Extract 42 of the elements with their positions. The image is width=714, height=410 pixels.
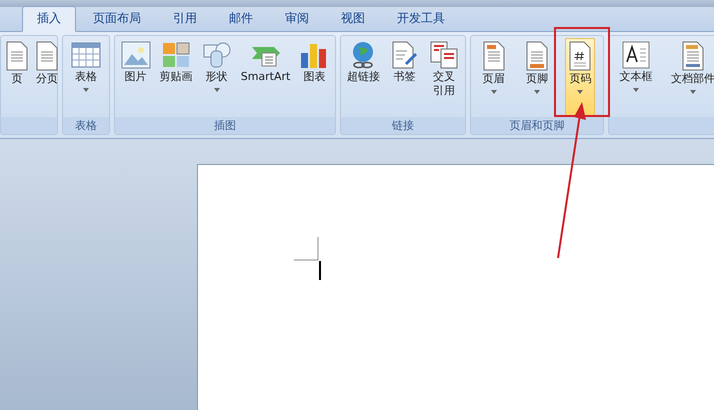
margin-corner-mark-icon bbox=[294, 237, 319, 261]
ribbon-button[interactable]: 页脚 bbox=[522, 38, 552, 117]
ribbon-button[interactable]: 文本框 bbox=[617, 38, 654, 117]
clipart-icon bbox=[161, 41, 192, 69]
ribbon-button[interactable]: 图片 bbox=[118, 38, 153, 117]
document-icon bbox=[480, 41, 507, 71]
ribbon-button[interactable]: 分页 bbox=[32, 38, 62, 117]
ribbon-button[interactable]: 页 bbox=[2, 38, 32, 117]
group-label: 插图 bbox=[214, 118, 236, 133]
ribbon-button[interactable]: 交叉 引用 bbox=[427, 38, 462, 117]
ribbon-tab[interactable]: 引用 bbox=[158, 6, 212, 32]
table-icon bbox=[71, 41, 101, 69]
text-cursor bbox=[319, 261, 321, 280]
group-label: 页眉和页脚 bbox=[510, 118, 564, 133]
ribbon-button[interactable]: 文档部件 bbox=[668, 38, 714, 117]
document-icon bbox=[34, 41, 60, 71]
ribbon-button[interactable]: 超链接 bbox=[344, 38, 382, 117]
document-icon bbox=[4, 41, 30, 71]
ribbon-button[interactable]: 页眉 bbox=[478, 38, 509, 117]
ribbon-button[interactable]: SmartArt bbox=[238, 38, 292, 117]
page-number-icon bbox=[567, 41, 594, 71]
ribbon-button[interactable]: 书签 bbox=[387, 38, 422, 117]
ribbon-button[interactable]: 图表 bbox=[297, 38, 332, 117]
shapes-icon bbox=[202, 41, 232, 69]
ribbon-button[interactable]: 剪贴画 bbox=[158, 38, 195, 117]
ribbon-button[interactable]: 形状 bbox=[200, 38, 234, 117]
ribbon-tab[interactable]: 插入 bbox=[22, 6, 76, 32]
group-label: 表格 bbox=[75, 118, 97, 133]
document-icon bbox=[524, 41, 550, 71]
text-box-icon bbox=[620, 41, 651, 69]
ribbon-tab[interactable]: 开发工具 bbox=[382, 6, 460, 32]
ribbon-button[interactable]: 页码 bbox=[565, 38, 596, 117]
ribbon-tab[interactable]: 视图 bbox=[326, 6, 380, 32]
picture-icon bbox=[120, 41, 151, 69]
ribbon-tab[interactable]: 审阅 bbox=[270, 6, 324, 32]
cross-reference-icon bbox=[429, 41, 460, 69]
ribbon-tab[interactable]: 邮件 bbox=[214, 6, 268, 32]
group-label-bar bbox=[1, 117, 57, 134]
document-icon bbox=[680, 41, 706, 71]
group-label: 链接 bbox=[392, 118, 414, 133]
ribbon-button[interactable]: 表格 bbox=[69, 38, 103, 117]
ribbon-tab[interactable]: 页面布局 bbox=[78, 6, 156, 32]
